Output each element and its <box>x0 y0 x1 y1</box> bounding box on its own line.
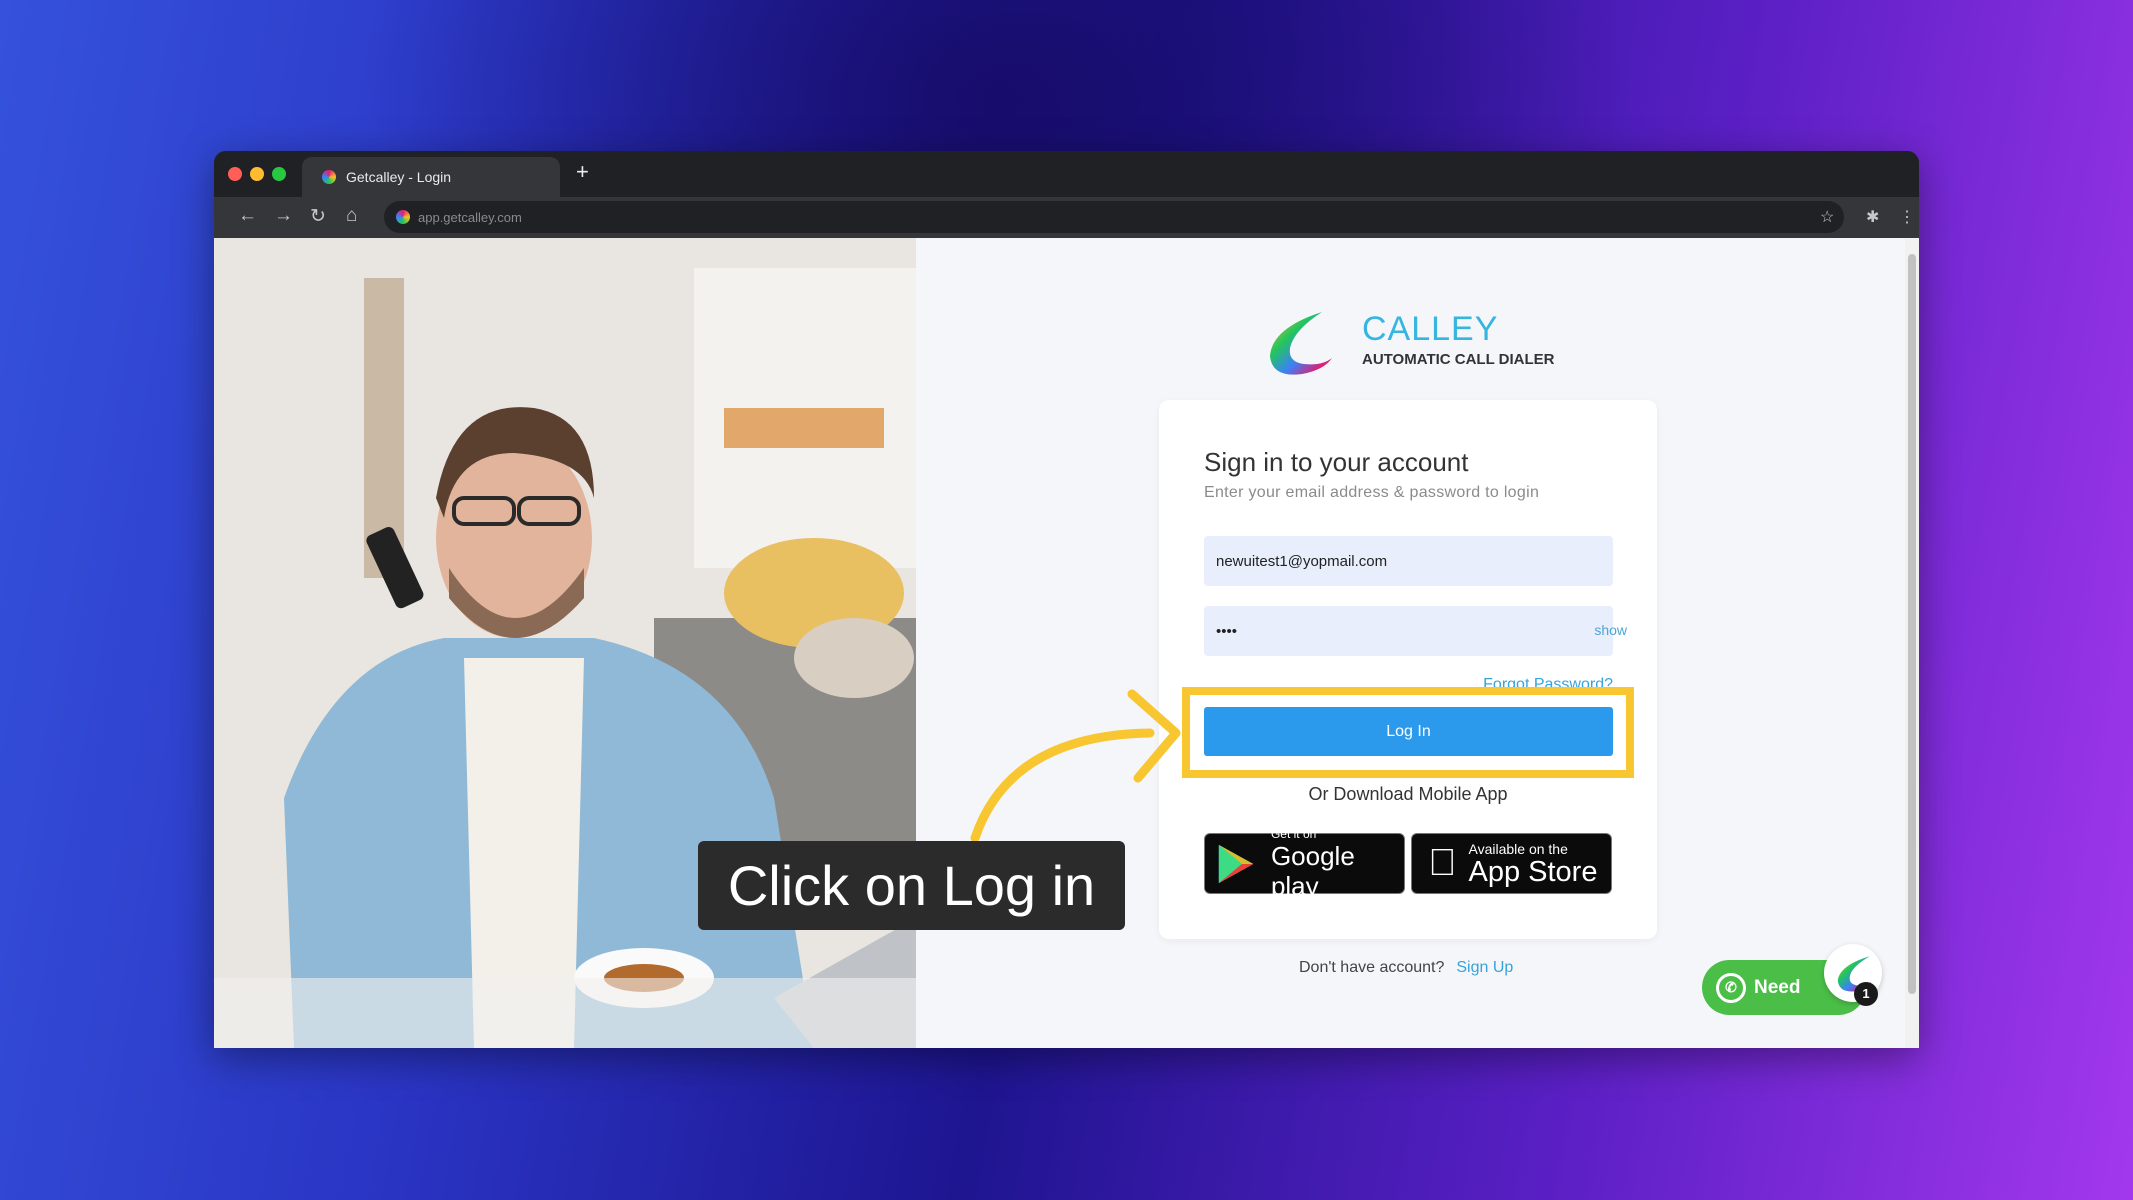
bookmark-star-icon[interactable]: ☆ <box>1820 207 1834 227</box>
app-store-big: App Store <box>1440 855 1598 888</box>
extensions-icon[interactable]: ✱ <box>1866 207 1879 227</box>
brand-name: CALLEY <box>1362 310 1499 348</box>
show-password-toggle[interactable]: show <box>1594 622 1627 638</box>
app-store-button[interactable]:  Available on theApp Store <box>1411 833 1612 894</box>
apple-icon:  <box>1428 842 1457 885</box>
app-store-small: Available on the <box>1440 840 1568 857</box>
reload-icon[interactable]: ↻ <box>310 205 326 228</box>
login-subtitle: Enter your email address & password to l… <box>1204 484 1540 501</box>
no-account-text: Don't have account? <box>1299 959 1445 976</box>
back-icon[interactable]: ← <box>238 205 257 227</box>
maximize-window-button[interactable] <box>272 167 286 181</box>
forward-icon[interactable]: → <box>274 205 293 227</box>
signup-link[interactable]: Sign Up <box>1456 959 1513 976</box>
url-text: app.getcalley.com <box>418 209 522 225</box>
page-title: Sign in to your account <box>1204 447 1469 477</box>
tab-title: Getcalley - Login <box>346 169 452 185</box>
brand-tagline: AUTOMATIC CALL DIALER <box>1362 351 1555 368</box>
google-play-button[interactable]: Get it on Google play <box>1204 827 1405 901</box>
email-field[interactable] <box>1204 536 1613 586</box>
download-app-label: Or Download Mobile App <box>1308 784 1508 804</box>
calley-favicon-icon <box>322 170 336 184</box>
notification-badge: 1 <box>1854 982 1878 1006</box>
login-card: Sign in to your account Enter your email… <box>1159 400 1657 939</box>
scrollbar-thumb[interactable] <box>1908 254 1916 994</box>
scrollbar[interactable] <box>1905 238 1919 1048</box>
google-play-big: Google play <box>1270 840 1355 901</box>
signup-prompt: Don't have account? Sign Up <box>1299 959 1513 977</box>
password-field[interactable] <box>1204 606 1613 656</box>
close-window-button[interactable] <box>228 167 242 181</box>
whatsapp-icon: ✆ <box>1716 972 1746 1003</box>
new-tab-button[interactable]: + <box>576 159 589 185</box>
minimize-window-button[interactable] <box>250 167 264 181</box>
menu-kebab-icon[interactable]: ⋮ <box>1899 207 1915 227</box>
address-bar-row: ← → ↻ ⌂ app.getcalley.com ☆ ✱ ⋮ <box>214 197 1919 238</box>
home-icon[interactable]: ⌂ <box>346 205 357 227</box>
whatsapp-label: Need <box>1754 976 1801 998</box>
url-bar[interactable]: app.getcalley.com <box>384 201 1844 233</box>
google-play-icon <box>1218 844 1254 883</box>
calley-logo-icon <box>1270 312 1332 375</box>
calley-favicon-icon <box>396 210 410 224</box>
tab-getcalley-login[interactable]: Getcalley - Login <box>302 157 560 197</box>
tab-bar: Getcalley - Login + <box>214 151 1919 197</box>
login-button[interactable]: Log In <box>1204 707 1613 756</box>
instruction-caption: Click on Log in <box>698 841 1125 930</box>
google-play-small: Get it on <box>1270 826 1317 841</box>
